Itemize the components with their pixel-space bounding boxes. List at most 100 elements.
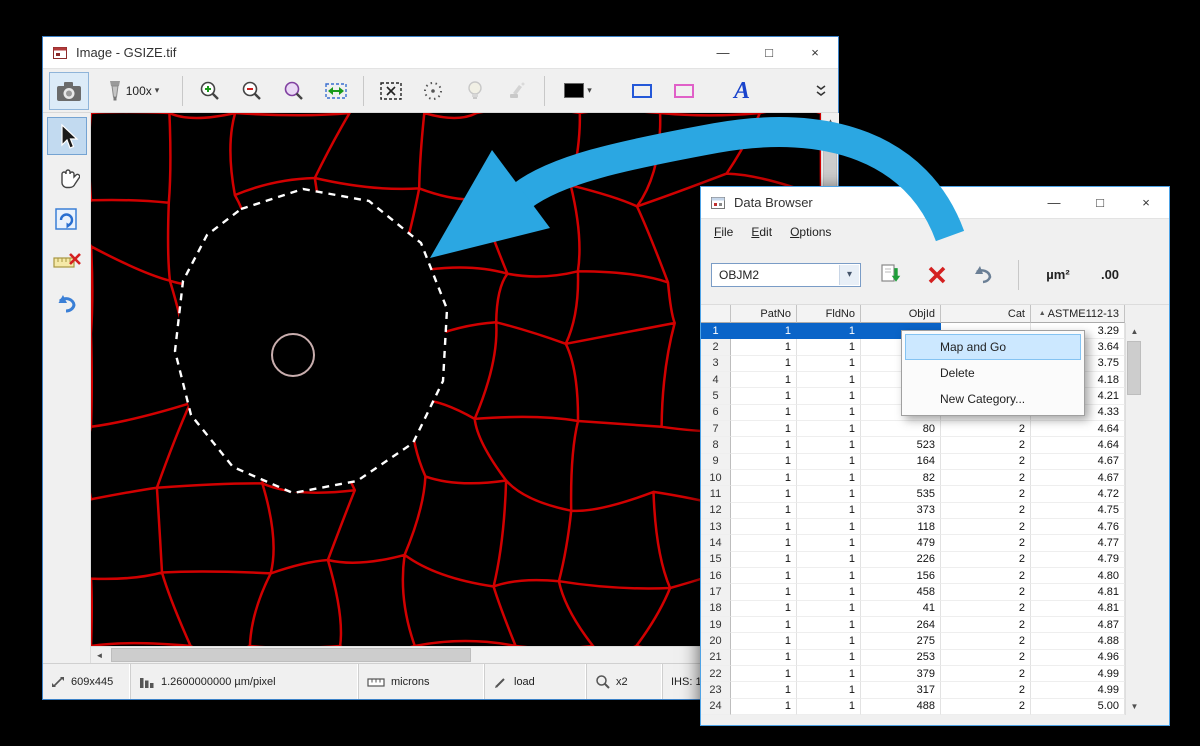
table-row[interactable]: 161115624.80 bbox=[701, 568, 1125, 584]
image-window-titlebar[interactable]: Image - GSIZE.tif — □ × bbox=[43, 37, 838, 69]
table-row[interactable]: 211125324.96 bbox=[701, 650, 1125, 666]
table-cell[interactable]: 1 bbox=[797, 339, 861, 355]
table-cell[interactable]: 2 bbox=[941, 454, 1031, 470]
row-number-cell[interactable]: 24 bbox=[701, 699, 731, 715]
illumination-button[interactable] bbox=[455, 72, 495, 110]
row-number-cell[interactable]: 21 bbox=[701, 650, 731, 666]
row-number-cell[interactable]: 15 bbox=[701, 552, 731, 568]
row-number-cell[interactable]: 18 bbox=[701, 601, 731, 617]
table-cell[interactable]: 1 bbox=[731, 454, 797, 470]
table-cell[interactable]: 275 bbox=[861, 633, 941, 649]
table-row[interactable]: 141147924.77 bbox=[701, 535, 1125, 551]
table-cell[interactable]: 4.64 bbox=[1031, 421, 1125, 437]
table-cell[interactable]: 1 bbox=[797, 666, 861, 682]
maximize-button[interactable]: □ bbox=[746, 37, 792, 68]
table-cell[interactable]: 2 bbox=[941, 568, 1031, 584]
table-cell[interactable]: 1 bbox=[731, 519, 797, 535]
table-cell[interactable]: 164 bbox=[861, 454, 941, 470]
table-row[interactable]: 151122624.79 bbox=[701, 552, 1125, 568]
table-cell[interactable]: 118 bbox=[861, 519, 941, 535]
row-number-cell[interactable]: 5 bbox=[701, 388, 731, 404]
table-cell[interactable]: 1 bbox=[731, 552, 797, 568]
row-number-cell[interactable]: 7 bbox=[701, 421, 731, 437]
row-number-cell[interactable]: 4 bbox=[701, 372, 731, 388]
row-number-cell[interactable]: 3 bbox=[701, 356, 731, 372]
close-button[interactable]: × bbox=[792, 37, 838, 68]
table-cell[interactable]: 2 bbox=[941, 584, 1031, 600]
color-swatch-button[interactable]: ▾ bbox=[552, 72, 604, 110]
table-cell[interactable]: 1 bbox=[797, 584, 861, 600]
marquee-select-button[interactable] bbox=[371, 72, 411, 110]
table-cell[interactable]: 1 bbox=[797, 535, 861, 551]
table-cell[interactable]: 1 bbox=[731, 356, 797, 372]
table-row[interactable]: 81152324.64 bbox=[701, 437, 1125, 453]
table-cell[interactable]: 1 bbox=[797, 617, 861, 633]
column-header-cat[interactable]: Cat bbox=[941, 305, 1031, 323]
table-row[interactable]: 191126424.87 bbox=[701, 617, 1125, 633]
table-cell[interactable]: 1 bbox=[797, 454, 861, 470]
table-row[interactable]: 18114124.81 bbox=[701, 601, 1125, 617]
table-cell[interactable]: 1 bbox=[797, 699, 861, 715]
pan-tool-button[interactable] bbox=[47, 159, 87, 197]
table-cell[interactable]: 1 bbox=[797, 601, 861, 617]
table-cell[interactable]: 1 bbox=[797, 650, 861, 666]
row-number-cell[interactable]: 16 bbox=[701, 568, 731, 584]
table-cell[interactable]: 2 bbox=[941, 666, 1031, 682]
row-number-cell[interactable]: 8 bbox=[701, 437, 731, 453]
table-cell[interactable]: 4.75 bbox=[1031, 503, 1125, 519]
row-number-cell[interactable]: 23 bbox=[701, 682, 731, 698]
table-row[interactable]: 111153524.72 bbox=[701, 486, 1125, 502]
camera-button[interactable] bbox=[49, 72, 89, 110]
column-header-astm[interactable]: ▲ ASTME112-13 bbox=[1031, 305, 1125, 323]
table-cell[interactable]: 1 bbox=[797, 552, 861, 568]
toolbar-overflow-button[interactable] bbox=[810, 72, 832, 110]
table-cell[interactable]: 2 bbox=[941, 682, 1031, 698]
row-number-cell[interactable]: 20 bbox=[701, 633, 731, 649]
row-number-cell[interactable]: 17 bbox=[701, 584, 731, 600]
delete-record-button[interactable] bbox=[921, 259, 953, 291]
table-cell[interactable]: 4.87 bbox=[1031, 617, 1125, 633]
table-cell[interactable]: 4.88 bbox=[1031, 633, 1125, 649]
table-cell[interactable]: 1 bbox=[797, 372, 861, 388]
table-cell[interactable]: 1 bbox=[797, 405, 861, 421]
table-row[interactable]: 91116424.67 bbox=[701, 454, 1125, 470]
table-cell[interactable]: 253 bbox=[861, 650, 941, 666]
table-cell[interactable]: 4.79 bbox=[1031, 552, 1125, 568]
menu-edit[interactable]: Edit bbox=[742, 221, 781, 243]
table-cell[interactable]: 1 bbox=[731, 470, 797, 486]
table-cell[interactable]: 2 bbox=[941, 421, 1031, 437]
table-cell[interactable]: 1 bbox=[731, 633, 797, 649]
row-number-cell[interactable]: 13 bbox=[701, 519, 731, 535]
table-cell[interactable]: 488 bbox=[861, 699, 941, 715]
row-number-cell[interactable]: 19 bbox=[701, 617, 731, 633]
table-cell[interactable]: 2 bbox=[941, 617, 1031, 633]
table-cell[interactable]: 2 bbox=[941, 519, 1031, 535]
scroll-down-arrow[interactable]: ▼ bbox=[1126, 698, 1143, 715]
table-cell[interactable]: 1 bbox=[731, 584, 797, 600]
table-cell[interactable]: 1 bbox=[731, 323, 797, 339]
table-cell[interactable]: 4.80 bbox=[1031, 568, 1125, 584]
scroll-up-arrow[interactable]: ▲ bbox=[822, 113, 839, 130]
table-cell[interactable]: 4.99 bbox=[1031, 666, 1125, 682]
menu-options[interactable]: Options bbox=[781, 221, 840, 243]
row-number-cell[interactable]: 11 bbox=[701, 486, 731, 502]
table-vscroll-thumb[interactable] bbox=[1127, 341, 1141, 395]
table-cell[interactable]: 4.81 bbox=[1031, 584, 1125, 600]
table-cell[interactable]: 1 bbox=[797, 388, 861, 404]
zoom-window-button[interactable] bbox=[274, 72, 314, 110]
zoom-fit-button[interactable] bbox=[316, 72, 356, 110]
table-cell[interactable]: 317 bbox=[861, 682, 941, 698]
table-cell[interactable]: 4.67 bbox=[1031, 470, 1125, 486]
table-cell[interactable]: 264 bbox=[861, 617, 941, 633]
table-cell[interactable]: 156 bbox=[861, 568, 941, 584]
table-cell[interactable]: 4.77 bbox=[1031, 535, 1125, 551]
menu-file[interactable]: File bbox=[705, 221, 742, 243]
row-number-cell[interactable]: 10 bbox=[701, 470, 731, 486]
column-header-fldno[interactable]: FldNo bbox=[797, 305, 861, 323]
zoom-out-button[interactable] bbox=[232, 72, 272, 110]
annotation-text-button[interactable]: A bbox=[722, 72, 762, 110]
dataset-combobox[interactable]: OBJM2 ▾ bbox=[711, 263, 861, 287]
stamp-tool-button[interactable] bbox=[497, 72, 537, 110]
table-row[interactable]: 121137324.75 bbox=[701, 503, 1125, 519]
table-vertical-scrollbar[interactable]: ▲ ▼ bbox=[1125, 323, 1142, 715]
